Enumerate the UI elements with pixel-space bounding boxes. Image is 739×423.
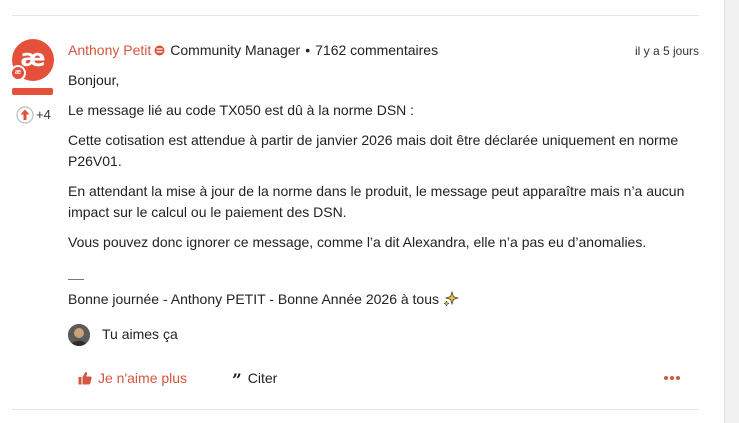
paragraph-greeting: Bonjour, xyxy=(68,72,120,88)
staff-icon xyxy=(154,45,165,56)
author-name[interactable]: Anthony Petit xyxy=(68,42,151,58)
role-bar xyxy=(12,88,53,95)
paragraph-1: Le message lié au code TX050 est dû à la… xyxy=(68,102,415,118)
paragraph-3: En attendant la mise à jour de la norme … xyxy=(68,183,685,220)
post-body: Bonjour, Le message lié au code TX050 es… xyxy=(68,70,698,262)
forum-page: æ æ +4 Anthony Petit Community Manager • 7… xyxy=(0,0,739,423)
unlike-label: Je n'aime plus xyxy=(98,370,188,386)
thumbs-up-icon xyxy=(78,371,92,385)
quote-icon: ” xyxy=(232,371,242,391)
ellipsis-icon[interactable] xyxy=(664,375,680,381)
liker-avatar-image xyxy=(68,324,90,346)
likes-summary[interactable]: Tu aimes ça xyxy=(102,326,178,342)
signature-separator xyxy=(68,279,84,280)
paragraph-2: Cette cotisation est attendue à partir d… xyxy=(68,132,679,169)
unlike-button[interactable]: Je n'aime plus xyxy=(78,369,187,387)
liker-avatar[interactable] xyxy=(68,324,90,346)
header-separator: • xyxy=(305,42,311,58)
staff-badge: æ xyxy=(10,65,26,81)
upvote-icon[interactable] xyxy=(16,106,34,124)
top-divider xyxy=(12,15,699,16)
scrollbar-track[interactable] xyxy=(724,0,739,423)
bottom-divider xyxy=(12,409,699,410)
quote-label: Citer xyxy=(247,370,278,386)
paragraph-4: Vous pouvez donc ignorer ce message, com… xyxy=(68,234,647,250)
author-role: Community Manager xyxy=(170,42,301,58)
post-header: Anthony Petit Community Manager • 7162 com… xyxy=(68,42,438,59)
comment-count: 7162 commentaires xyxy=(315,42,439,58)
sparkles-icon xyxy=(443,291,460,307)
post-timestamp[interactable]: il y a 5 jours xyxy=(635,44,699,58)
vote-count: +4 xyxy=(36,107,51,122)
signature-text: Bonne journée - Anthony PETIT - Bonne An… xyxy=(68,291,440,307)
quote-button[interactable]: ” Citer xyxy=(232,369,278,391)
signature: Bonne journée - Anthony PETIT - Bonne An… xyxy=(68,289,460,309)
